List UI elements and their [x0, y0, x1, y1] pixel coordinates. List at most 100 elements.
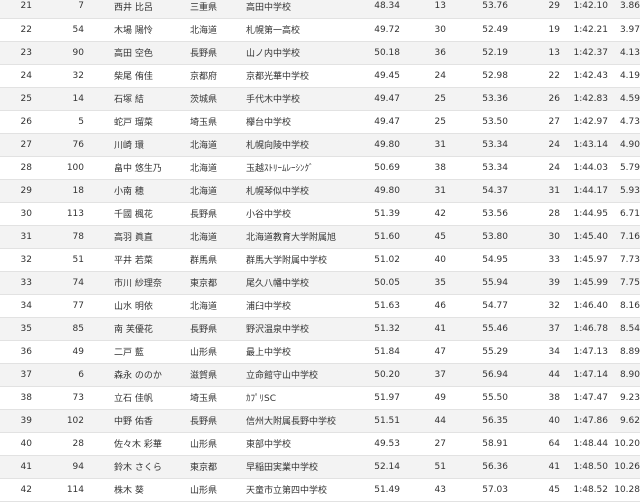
rank-cell: 39 [0, 409, 36, 433]
run1-rank-cell: 31 [402, 133, 448, 157]
rank-cell: 33 [0, 271, 36, 295]
time-diff-cell: 5.79 [610, 156, 640, 180]
prefecture-cell: 茨城県 [184, 87, 240, 111]
athlete-name-cell: 高羽 眞直 [84, 225, 184, 249]
time-diff-cell: 8.89 [610, 340, 640, 364]
results-table: 21 7 西井 比呂 三重県 高田中学校 48.34 13 53.76 29 1:42.10 3.8… [0, 0, 640, 502]
run1-rank-cell: 30 [402, 18, 448, 42]
rank-cell: 40 [0, 432, 36, 456]
table-row: 32 51 平井 若菜 群馬県 群馬大学附属中学校 51.02 40 54.95 33 1:45.… [0, 248, 640, 272]
run1-time-cell: 49.47 [346, 87, 402, 111]
run1-rank-cell: 27 [402, 432, 448, 456]
table-row: 37 6 森永 ののか 滋賀県 立命館守山中学校 50.20 37 56.94 44 1:47.1… [0, 363, 640, 387]
run1-rank-cell: 51 [402, 455, 448, 479]
total-time-cell: 1:46.40 [562, 294, 610, 318]
run1-rank-cell: 37 [402, 363, 448, 387]
total-time-cell: 1:45.40 [562, 225, 610, 249]
run2-time-cell: 56.35 [448, 409, 510, 433]
total-time-cell: 1:44.03 [562, 156, 610, 180]
table-row: 22 54 木場 陽怜 北海道 札幌第一高校 49.72 30 52.49 19 1:42.21 3… [0, 18, 640, 42]
run2-rank-cell: 28 [510, 202, 562, 226]
prefecture-cell: 埼玉県 [184, 386, 240, 410]
athlete-name-cell: 川崎 環 [84, 133, 184, 157]
school-cell: 早稲田実業中学校 [240, 455, 346, 479]
run2-time-cell: 53.34 [448, 133, 510, 157]
run2-time-cell: 54.37 [448, 179, 510, 203]
total-time-cell: 1:44.95 [562, 202, 610, 226]
table-row: 27 76 川崎 環北海道 札幌向陵中学校 49.80 31 53.34 24 1:43.14 4… [0, 133, 640, 157]
run2-rank-cell: 26 [510, 87, 562, 111]
run1-time-cell: 51.51 [346, 409, 402, 433]
run2-rank-cell: 24 [510, 133, 562, 157]
run1-time-cell: 51.63 [346, 294, 402, 318]
time-diff-cell: 3.97 [610, 18, 640, 42]
run2-time-cell: 52.49 [448, 18, 510, 42]
table-row: 34 77 山水 明依 北海道 浦臼中学校 51.63 46 54.77 32 1:46.40 8.… [0, 294, 640, 318]
bib-cell: 76 [36, 133, 84, 157]
time-diff-cell: 4.19 [610, 64, 640, 88]
bib-cell: 6 [36, 363, 84, 387]
athlete-name-cell: 西井 比呂 [84, 0, 184, 19]
bib-cell: 51 [36, 248, 84, 272]
run1-rank-cell: 25 [402, 110, 448, 134]
run1-rank-cell: 36 [402, 41, 448, 65]
rank-cell: 27 [0, 133, 36, 157]
run1-time-cell: 49.45 [346, 64, 402, 88]
bib-cell: 28 [36, 432, 84, 456]
run2-rank-cell: 31 [510, 179, 562, 203]
prefecture-cell: 山形県 [184, 432, 240, 456]
total-time-cell: 1:45.97 [562, 248, 610, 272]
time-diff-cell: 8.16 [610, 294, 640, 318]
prefecture-cell: 群馬県 [184, 248, 240, 272]
total-time-cell: 1:42.97 [562, 110, 610, 134]
time-diff-cell: 4.73 [610, 110, 640, 134]
rank-cell: 31 [0, 225, 36, 249]
run1-rank-cell: 24 [402, 64, 448, 88]
school-cell: 山ノ内中学校 [240, 41, 346, 65]
run2-time-cell: 53.76 [448, 0, 510, 19]
school-cell: 群馬大学附属中学校 [240, 248, 346, 272]
run2-rank-cell: 64 [510, 432, 562, 456]
run2-time-cell: 55.50 [448, 386, 510, 410]
table-row: 33 74 市川 紗理奈 東京都 尾久八幡中学校 50.05 35 55.94 39 1:45.9… [0, 271, 640, 295]
bib-cell: 85 [36, 317, 84, 341]
school-cell: 欅台中学校 [240, 110, 346, 134]
total-time-cell: 1:42.37 [562, 41, 610, 65]
run1-rank-cell: 45 [402, 225, 448, 249]
prefecture-cell: 京都府 [184, 64, 240, 88]
athlete-name-cell: 山水 明依 [84, 294, 184, 318]
run1-rank-cell: 42 [402, 202, 448, 226]
bib-cell: 113 [36, 202, 84, 226]
time-diff-cell: 7.73 [610, 248, 640, 272]
school-cell: 京都光華中学校 [240, 64, 346, 88]
run1-time-cell: 51.60 [346, 225, 402, 249]
athlete-name-cell: 千國 楓花 [84, 202, 184, 226]
time-diff-cell: 4.59 [610, 87, 640, 111]
run1-rank-cell: 44 [402, 409, 448, 433]
rank-cell: 37 [0, 363, 36, 387]
run2-rank-cell: 40 [510, 409, 562, 433]
run2-rank-cell: 19 [510, 18, 562, 42]
total-time-cell: 1:42.83 [562, 87, 610, 111]
table-row: 28 100 畠中 悠生乃 北海道 玉越ｽﾄﾘｰﾑﾚｰｼﾝｸﾞ 50.69 38 53.34 2… [0, 156, 640, 180]
run1-time-cell: 51.84 [346, 340, 402, 364]
prefecture-cell: 長野県 [184, 41, 240, 65]
run2-time-cell: 55.46 [448, 317, 510, 341]
prefecture-cell: 埼玉県 [184, 110, 240, 134]
table-row: 21 7 西井 比呂 三重県 高田中学校 48.34 13 53.76 29 1:42.10 3.8… [0, 0, 640, 19]
run2-rank-cell: 37 [510, 317, 562, 341]
run1-rank-cell: 41 [402, 317, 448, 341]
table-row: 39 102 中野 佑香 長野県 信州大附属長野中学校 51.51 44 56.35 40 1:4… [0, 409, 640, 433]
athlete-name-cell: 森永 ののか [84, 363, 184, 387]
rank-cell: 30 [0, 202, 36, 226]
total-time-cell: 1:42.21 [562, 18, 610, 42]
bib-cell: 32 [36, 64, 84, 88]
athlete-name-cell: 小南 穂 [84, 179, 184, 203]
run2-rank-cell: 32 [510, 294, 562, 318]
prefecture-cell: 三重県 [184, 0, 240, 19]
run2-rank-cell: 13 [510, 41, 562, 65]
rank-cell: 35 [0, 317, 36, 341]
time-diff-cell: 7.75 [610, 271, 640, 295]
time-diff-cell: 9.23 [610, 386, 640, 410]
run1-time-cell: 50.20 [346, 363, 402, 387]
